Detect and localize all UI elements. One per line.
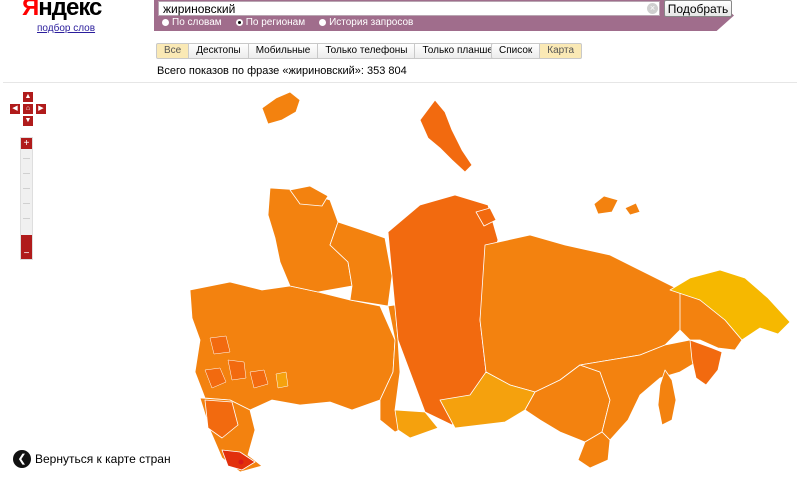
zoom-in-icon[interactable]: + (21, 138, 32, 149)
russia-region-map[interactable] (0, 0, 800, 477)
back-to-countries[interactable]: ❮ Вернуться к карте стран (13, 450, 171, 468)
map-region-dot (238, 459, 244, 465)
map-region-novaya-zemlya (419, 99, 473, 173)
pan-left-icon[interactable]: ◀ (10, 104, 20, 114)
pan-up-icon[interactable]: ▲ (23, 92, 33, 102)
map-region-highlight (275, 371, 289, 389)
zoom-slider[interactable]: + − (20, 137, 33, 260)
zoom-tick (23, 173, 30, 174)
map-region-wrangel (593, 195, 619, 215)
zoom-tick (23, 218, 30, 219)
map-region-new-siberian (624, 202, 641, 216)
home-icon[interactable]: ⌂ (23, 104, 33, 114)
back-label: Вернуться к карте стран (35, 452, 171, 466)
zoom-tick (23, 188, 30, 189)
pan-right-icon[interactable]: ▶ (36, 104, 46, 114)
pan-down-icon[interactable]: ▼ (23, 116, 33, 126)
zoom-out-icon[interactable]: − (21, 248, 32, 259)
pan-control: ▲ ◀ ⌂ ▶ ▼ (10, 92, 46, 126)
map-region-sakhalin (657, 369, 677, 426)
zoom-tick (23, 203, 30, 204)
back-arrow-icon: ❮ (13, 450, 31, 468)
map-region-franz-josef (261, 91, 301, 125)
zoom-handle[interactable] (21, 235, 32, 248)
zoom-tick (23, 158, 30, 159)
